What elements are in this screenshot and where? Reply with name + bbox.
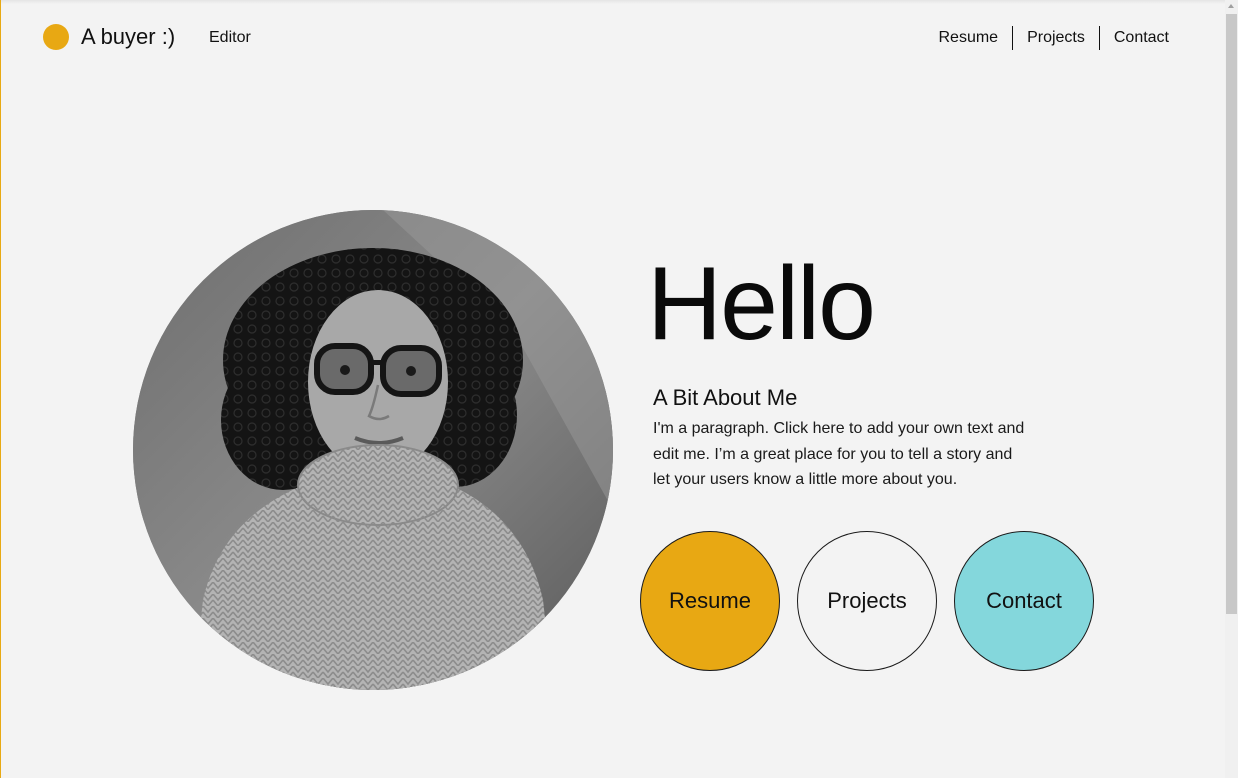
resume-button[interactable]: Resume	[640, 531, 780, 671]
about-heading: A Bit About Me	[653, 385, 798, 410]
vertical-scrollbar[interactable]	[1225, 0, 1238, 778]
nav-projects[interactable]: Projects	[1013, 26, 1099, 50]
hero-heading: Hello	[647, 246, 876, 362]
top-nav: Resume Projects Contact	[924, 26, 1183, 50]
profile-photo	[133, 210, 613, 690]
nav-resume[interactable]: Resume	[924, 26, 1012, 50]
about-paragraph: I'm a paragraph. Click here to add your …	[653, 420, 1025, 488]
contact-button[interactable]: Contact	[954, 531, 1094, 671]
profile-photo-image	[133, 210, 613, 690]
site-role: Editor	[209, 29, 251, 46]
projects-button[interactable]: Projects	[797, 531, 937, 671]
logo-dot[interactable]	[43, 24, 69, 50]
site-title[interactable]: A buyer :)	[81, 23, 175, 51]
scrollbar-thumb[interactable]	[1226, 14, 1237, 614]
page: A buyer :) Editor Resume Projects Contac…	[0, 0, 1238, 778]
scroll-up-arrow-icon[interactable]	[1228, 4, 1234, 8]
nav-contact[interactable]: Contact	[1100, 26, 1183, 50]
